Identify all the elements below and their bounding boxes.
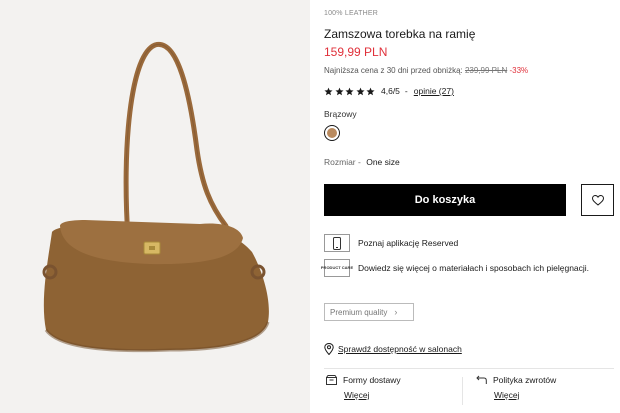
rating-score: 4,6/5 xyxy=(381,86,400,96)
delivery-section: Formy dostawy Więcej xyxy=(326,375,401,400)
size-value: One size xyxy=(366,157,400,167)
wishlist-button[interactable] xyxy=(581,184,614,216)
care-info-row[interactable]: PRODUCT CARE Dowiedz się więcej o materi… xyxy=(320,259,590,277)
add-to-cart-button[interactable]: Do koszyka xyxy=(324,184,566,216)
location-pin-icon xyxy=(324,343,334,355)
product-care-icon: PRODUCT CARE xyxy=(320,259,354,277)
product-details: 100% LEATHER Zamszowa torebka na ramię 1… xyxy=(320,0,614,413)
store-availability-row[interactable]: Sprawdź dostępność w salonach xyxy=(324,342,462,356)
color-swatch-fill xyxy=(327,128,337,138)
lowest-price-label: Najniższa cena z 30 dni przed obniżką: xyxy=(324,66,463,75)
product-title: Zamszowa torebka na ramię xyxy=(324,27,476,41)
product-price: 159,99 PLN xyxy=(324,45,388,59)
material-label: 100% LEATHER xyxy=(324,10,379,17)
app-info-row[interactable]: Poznaj aplikację Reserved xyxy=(324,234,458,252)
box-icon xyxy=(326,375,337,385)
star-icon xyxy=(334,87,344,95)
reviews-link[interactable]: opinie (27) xyxy=(414,86,454,96)
size-row: Rozmiar - One size xyxy=(324,157,400,167)
bag-illustration xyxy=(42,42,270,353)
star-icon xyxy=(324,87,333,95)
app-info-label: Poznaj aplikację Reserved xyxy=(358,238,459,248)
return-arrow-icon xyxy=(476,375,487,384)
returns-more-link[interactable]: Więcej xyxy=(494,390,556,400)
rating-row: 4,6/5 - opinie (27) xyxy=(324,85,454,97)
star-icon xyxy=(366,87,375,95)
lowest-price-info: Najniższa cena z 30 dni przed obniżką: 2… xyxy=(324,66,528,75)
discount-badge: -33% xyxy=(509,66,529,75)
star-icon xyxy=(355,87,365,95)
returns-section: Polityka zwrotów Więcej xyxy=(476,375,556,400)
color-name: Brązowy xyxy=(324,109,357,119)
star-icon xyxy=(345,87,354,95)
product-care-badge: PRODUCT CARE xyxy=(320,264,354,270)
size-label: Rozmiar - xyxy=(324,157,361,167)
product-image[interactable] xyxy=(0,0,310,413)
delivery-more-link[interactable]: Więcej xyxy=(344,390,401,400)
returns-title: Polityka zwrotów xyxy=(493,375,557,385)
phone-icon xyxy=(324,234,350,252)
care-info-label: Dowiedz się więcej o materiałach i sposo… xyxy=(358,263,590,273)
delivery-heading: Formy dostawy xyxy=(326,375,401,385)
heart-icon xyxy=(591,194,604,206)
chevron-right-icon: › xyxy=(394,307,398,317)
rating-stars xyxy=(324,87,375,96)
old-price: 239,99 PLN xyxy=(464,66,508,75)
premium-quality-label: Premium quality xyxy=(330,307,388,317)
footer-separator xyxy=(462,377,463,405)
returns-heading: Polityka zwrotów xyxy=(476,375,556,385)
rating-separator: - xyxy=(404,86,408,96)
delivery-title: Formy dostawy xyxy=(343,375,401,385)
divider xyxy=(324,368,614,369)
color-swatch[interactable] xyxy=(324,125,340,141)
premium-quality-button[interactable]: Premium quality › xyxy=(324,303,414,321)
store-availability-link[interactable]: Sprawdź dostępność w salonach xyxy=(338,344,462,354)
